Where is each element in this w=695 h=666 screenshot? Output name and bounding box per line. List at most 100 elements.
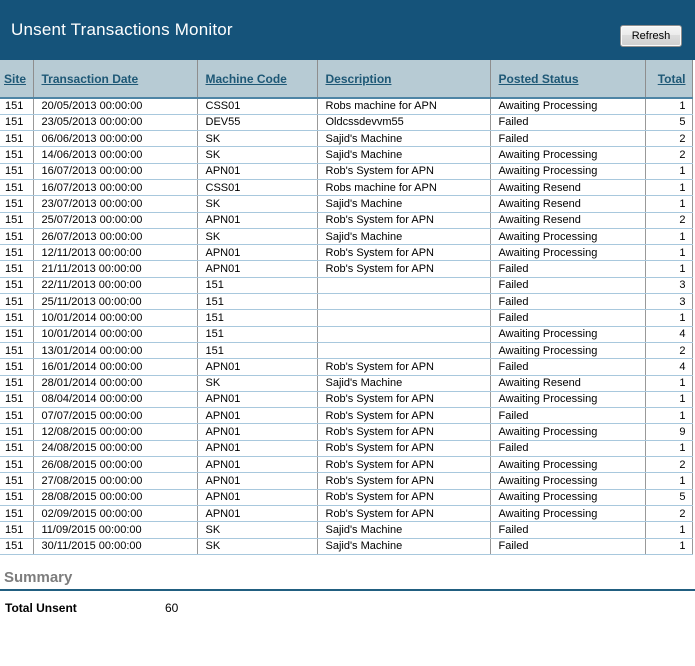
cell-site: 151 bbox=[0, 375, 34, 392]
column-header-label: Site bbox=[4, 71, 27, 86]
cell-description: Oldcssdevvm55 bbox=[317, 114, 491, 132]
cell-posted-status: Awaiting Processing bbox=[490, 489, 646, 506]
cell-machine-code: APN01 bbox=[197, 407, 318, 425]
column-header-machine-code[interactable]: Machine Code bbox=[197, 60, 318, 99]
cell-machine-code: SK bbox=[197, 195, 318, 213]
column-header-site[interactable]: Site bbox=[0, 60, 34, 99]
cell-machine-code: 151 bbox=[197, 342, 318, 360]
cell-total: 1 bbox=[645, 472, 693, 490]
cell-posted-status: Awaiting Processing bbox=[490, 342, 646, 360]
cell-total: 1 bbox=[645, 375, 693, 392]
cell-description: Rob's System for APN bbox=[317, 212, 491, 229]
cell-site: 151 bbox=[0, 489, 34, 506]
table-row: 151 20/05/2013 00:00:00 CSS01 Robs machine … bbox=[0, 98, 693, 115]
cell-site: 151 bbox=[0, 146, 34, 164]
cell-machine-code: APN01 bbox=[197, 440, 318, 458]
column-header-posted-status[interactable]: Posted Status bbox=[490, 60, 646, 99]
cell-site: 151 bbox=[0, 538, 34, 555]
table-row: 151 21/11/2013 00:00:00 APN01 Rob's System … bbox=[0, 260, 693, 278]
cell-total: 3 bbox=[645, 277, 693, 295]
table-row: 151 02/09/2015 00:00:00 APN01 Rob's System … bbox=[0, 505, 693, 523]
cell-description: Sajid's Machine bbox=[317, 195, 491, 213]
cell-description: Rob's System for APN bbox=[317, 440, 491, 458]
cell-total: 2 bbox=[645, 130, 693, 148]
cell-site: 151 bbox=[0, 423, 34, 441]
cell-total: 1 bbox=[645, 228, 693, 246]
cell-machine-code: APN01 bbox=[197, 244, 318, 262]
cell-machine-code: 151 bbox=[197, 309, 318, 327]
cell-machine-code: SK bbox=[197, 538, 318, 555]
cell-transaction-date: 22/11/2013 00:00:00 bbox=[33, 277, 198, 295]
top-bar: Unsent Transactions Monitor Refresh bbox=[0, 0, 695, 60]
cell-posted-status: Failed bbox=[490, 521, 646, 539]
cell-machine-code: APN01 bbox=[197, 212, 318, 229]
cell-transaction-date: 30/11/2015 00:00:00 bbox=[33, 538, 198, 555]
cell-transaction-date: 12/08/2015 00:00:00 bbox=[33, 423, 198, 441]
cell-site: 151 bbox=[0, 195, 34, 213]
cell-machine-code: APN01 bbox=[197, 358, 318, 376]
transactions-table: Site Transaction Date Machine Code Descript… bbox=[0, 60, 693, 555]
column-header-total[interactable]: Total bbox=[645, 60, 693, 99]
cell-description: Sajid's Machine bbox=[317, 228, 491, 246]
cell-description bbox=[317, 293, 491, 311]
cell-total: 1 bbox=[645, 244, 693, 262]
cell-description: Rob's System for APN bbox=[317, 358, 491, 376]
cell-site: 151 bbox=[0, 130, 34, 148]
cell-total: 1 bbox=[645, 538, 693, 555]
cell-site: 151 bbox=[0, 228, 34, 246]
cell-transaction-date: 16/07/2013 00:00:00 bbox=[33, 163, 198, 180]
cell-posted-status: Awaiting Processing bbox=[490, 423, 646, 441]
summary-heading: Summary bbox=[4, 568, 73, 586]
cell-site: 151 bbox=[0, 277, 34, 295]
cell-posted-status: Awaiting Processing bbox=[490, 163, 646, 180]
table-row: 151 16/01/2014 00:00:00 APN01 Rob's System … bbox=[0, 358, 693, 376]
cell-transaction-date: 12/11/2013 00:00:00 bbox=[33, 244, 198, 262]
cell-transaction-date: 08/04/2014 00:00:00 bbox=[33, 391, 198, 409]
cell-posted-status: Awaiting Processing bbox=[490, 472, 646, 490]
table-row: 151 23/07/2013 00:00:00 SK Sajid's Machine A… bbox=[0, 195, 693, 213]
cell-transaction-date: 16/07/2013 00:00:00 bbox=[33, 179, 198, 197]
cell-site: 151 bbox=[0, 472, 34, 490]
cell-transaction-date: 24/08/2015 00:00:00 bbox=[33, 440, 198, 458]
cell-transaction-date: 23/05/2013 00:00:00 bbox=[33, 114, 198, 132]
cell-description: Robs machine for APN bbox=[317, 98, 491, 115]
column-header-label: Posted Status bbox=[498, 71, 579, 86]
table-row: 151 26/07/2013 00:00:00 SK Sajid's Machine A… bbox=[0, 228, 693, 246]
cell-machine-code: APN01 bbox=[197, 489, 318, 506]
cell-total: 4 bbox=[645, 358, 693, 376]
column-header-label: Total bbox=[657, 71, 686, 86]
cell-transaction-date: 27/08/2015 00:00:00 bbox=[33, 472, 198, 490]
cell-total: 1 bbox=[645, 440, 693, 458]
total-unsent-label: Total Unsent bbox=[5, 600, 77, 615]
cell-site: 151 bbox=[0, 342, 34, 360]
table-row: 151 25/11/2013 00:00:00 151 Failed 3 bbox=[0, 293, 693, 311]
summary-divider bbox=[0, 588, 695, 591]
cell-total: 2 bbox=[645, 456, 693, 474]
cell-total: 1 bbox=[645, 309, 693, 327]
table-row: 151 12/11/2013 00:00:00 APN01 Rob's System … bbox=[0, 244, 693, 262]
refresh-button[interactable]: Refresh bbox=[620, 25, 682, 47]
table-row: 151 10/01/2014 00:00:00 151 Failed 1 bbox=[0, 309, 693, 327]
cell-transaction-date: 26/07/2013 00:00:00 bbox=[33, 228, 198, 246]
cell-machine-code: APN01 bbox=[197, 260, 318, 278]
table-row: 151 16/07/2013 00:00:00 APN01 Rob's System … bbox=[0, 163, 693, 180]
cell-machine-code: APN01 bbox=[197, 472, 318, 490]
cell-description: Rob's System for APN bbox=[317, 423, 491, 441]
cell-posted-status: Awaiting Processing bbox=[490, 456, 646, 474]
cell-posted-status: Awaiting Processing bbox=[490, 146, 646, 164]
column-header-transaction-date[interactable]: Transaction Date bbox=[33, 60, 198, 99]
cell-site: 151 bbox=[0, 98, 34, 115]
table-row: 151 23/05/2013 00:00:00 DEV55 Oldcssdevvm55… bbox=[0, 114, 693, 132]
column-header-description[interactable]: Description bbox=[317, 60, 491, 99]
table-row: 151 14/06/2013 00:00:00 SK Sajid's Machine A… bbox=[0, 146, 693, 164]
cell-site: 151 bbox=[0, 407, 34, 425]
cell-site: 151 bbox=[0, 260, 34, 278]
cell-transaction-date: 20/05/2013 00:00:00 bbox=[33, 98, 198, 115]
cell-machine-code: CSS01 bbox=[197, 98, 318, 115]
cell-machine-code: APN01 bbox=[197, 391, 318, 409]
cell-transaction-date: 25/07/2013 00:00:00 bbox=[33, 212, 198, 229]
cell-transaction-date: 07/07/2015 00:00:00 bbox=[33, 407, 198, 425]
cell-total: 2 bbox=[645, 146, 693, 164]
cell-description: Rob's System for APN bbox=[317, 456, 491, 474]
cell-transaction-date: 06/06/2013 00:00:00 bbox=[33, 130, 198, 148]
